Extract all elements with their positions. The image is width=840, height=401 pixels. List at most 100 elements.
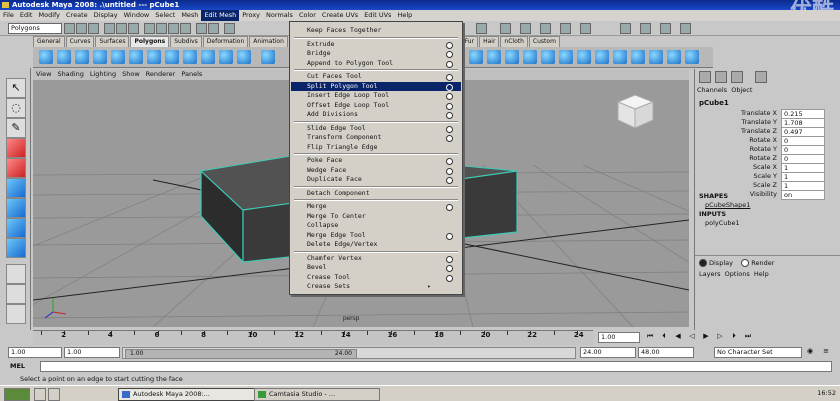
snap-point-icon[interactable] — [168, 23, 179, 34]
menu-item-split-polygon-tool[interactable]: Split Polygon Tool — [291, 81, 461, 91]
four-pane-layout-icon[interactable] — [6, 284, 26, 304]
channel-value[interactable]: on — [781, 190, 825, 200]
help-menu[interactable]: Help — [754, 270, 769, 278]
menu-item-insert-edge-loop-tool[interactable]: Insert Edge Loop Tool — [291, 91, 461, 100]
poly-cylinder-icon[interactable] — [75, 50, 89, 64]
shelf-tab-ncloth[interactable]: nCloth — [500, 36, 528, 47]
quick-launch-ie-icon[interactable] — [34, 388, 46, 401]
append-shelf-icon[interactable] — [505, 50, 519, 64]
option-box-icon[interactable] — [446, 102, 453, 110]
menu-create-uvs[interactable]: Create UVs — [319, 10, 361, 21]
character-set-select[interactable]: No Character Set — [714, 347, 802, 358]
render-settings-icon[interactable] — [224, 23, 235, 34]
panel-menu-view[interactable]: View — [33, 69, 54, 80]
scale-tool-icon[interactable] — [6, 178, 26, 198]
menu-item-crease-sets[interactable]: Crease Sets ▸ — [291, 282, 461, 291]
channel-row[interactable]: Rotate Y0 — [695, 145, 825, 155]
channel-row[interactable]: Rotate X0 — [695, 136, 825, 146]
display-layer-radio[interactable] — [699, 259, 707, 267]
options-menu[interactable]: Options — [725, 270, 750, 278]
shelf-tab-hair[interactable]: Hair — [479, 36, 500, 47]
poly-pyramid-icon[interactable] — [165, 50, 179, 64]
channel-name[interactable]: Rotate Y — [750, 145, 777, 154]
smooth-icon[interactable] — [261, 50, 275, 64]
poly-cone-icon[interactable] — [93, 50, 107, 64]
save-scene-icon[interactable] — [88, 23, 99, 34]
option-box-icon[interactable] — [446, 177, 453, 184]
mel-label[interactable]: MEL — [10, 362, 25, 370]
move-tool-icon[interactable] — [6, 138, 26, 158]
manipulator-tool-icon[interactable] — [6, 198, 26, 218]
channel-row[interactable]: Translate Z 0.497 — [695, 127, 825, 137]
time-slider[interactable]: 2 4 6 8 10 12 14 16 18 20 22 24 — [33, 330, 593, 345]
panel-menu-show[interactable]: Show — [119, 69, 143, 80]
poly-pipe-icon[interactable] — [183, 50, 197, 64]
paint-select-tool-icon[interactable]: ✎ — [6, 118, 26, 138]
shelf-tab-surfaces[interactable]: Surfaces — [95, 36, 130, 47]
sync-icon[interactable] — [660, 23, 671, 34]
menu-item-flip-triangle-edge[interactable]: Flip Triangle Edge — [291, 143, 461, 152]
snap-grid-icon[interactable] — [144, 23, 155, 34]
option-box-icon[interactable] — [446, 255, 453, 263]
poly-helix-icon[interactable] — [201, 50, 215, 64]
last-tool-icon[interactable] — [6, 238, 26, 258]
menu-item-append-to-polygon-tool[interactable]: Append to Polygon Tool — [291, 59, 461, 68]
panel-layout-icon[interactable] — [755, 71, 767, 83]
layer-editor-icon[interactable] — [620, 23, 631, 34]
menu-item-merge-edge-tool[interactable]: Merge Edge Tool — [291, 231, 461, 240]
menu-file[interactable]: File — [0, 10, 17, 21]
option-box-icon[interactable] — [446, 93, 453, 100]
render-layer-radio[interactable] — [741, 259, 750, 267]
cleanup-shelf-icon[interactable] — [685, 50, 699, 64]
option-box-icon[interactable] — [446, 135, 453, 142]
option-box-icon[interactable] — [446, 125, 453, 133]
shelf-tab-deformation[interactable]: Deformation — [202, 36, 249, 47]
object-name[interactable]: pCube1 — [699, 99, 729, 107]
separate-icon[interactable] — [237, 50, 251, 64]
shelf-tab-general[interactable]: General — [33, 36, 65, 47]
channel-row[interactable]: Scale Z1 — [695, 181, 825, 191]
new-scene-icon[interactable] — [64, 23, 75, 34]
split-shelf-icon[interactable] — [523, 50, 537, 64]
select-component-icon[interactable] — [128, 23, 139, 34]
poly-sphere-icon[interactable] — [39, 50, 53, 64]
menu-create[interactable]: Create — [63, 10, 91, 21]
uv-cylindrical-shelf-icon[interactable] — [613, 50, 627, 64]
refresh-icon[interactable] — [680, 23, 691, 34]
panel-menu-shading[interactable]: Shading — [54, 69, 86, 80]
panel-menu-renderer[interactable]: Renderer — [143, 69, 179, 80]
option-box-icon[interactable] — [446, 204, 453, 211]
snap-curve-icon[interactable] — [156, 23, 167, 34]
channel-name[interactable]: Translate X — [741, 109, 777, 118]
option-box-icon[interactable] — [446, 41, 453, 49]
option-box-icon[interactable] — [446, 60, 453, 68]
menu-window[interactable]: Window — [121, 10, 153, 21]
poly-torus-icon[interactable] — [129, 50, 143, 64]
menu-select[interactable]: Select — [152, 10, 178, 21]
step-back-key-icon[interactable]: ◀ — [672, 332, 684, 341]
channel-name[interactable]: Rotate Z — [749, 154, 777, 163]
channel-name[interactable]: Scale Z — [753, 181, 777, 190]
range-handle[interactable]: 1.00 24.00 — [125, 349, 357, 359]
playback-end-field[interactable]: 24.00 — [580, 347, 636, 358]
option-box-icon[interactable] — [446, 112, 453, 119]
menu-mesh[interactable]: Mesh — [178, 10, 201, 21]
menu-item-detach-component[interactable]: Detach Component — [291, 189, 461, 198]
menu-item-delete-edge-vertex[interactable]: Delete Edge/Vertex — [291, 240, 461, 249]
playback-start-field[interactable]: 1.00 — [64, 347, 120, 358]
combine-icon[interactable] — [219, 50, 233, 64]
option-box-icon[interactable] — [446, 74, 453, 81]
menu-item-add-divisions[interactable]: Add Divisions — [291, 110, 461, 119]
menu-set-select[interactable]: Polygons — [8, 23, 62, 34]
menu-item-collapse[interactable]: Collapse — [291, 221, 461, 230]
attribute-editor-toggle-icon[interactable] — [715, 71, 727, 83]
object-menu[interactable]: Object — [731, 86, 752, 94]
step-forward-icon[interactable]: ⏵ — [728, 332, 740, 341]
channel-row[interactable]: Translate Y 1.708 — [695, 118, 825, 128]
go-to-start-icon[interactable]: ⏮ — [644, 332, 656, 341]
single-pane-layout-icon[interactable] — [6, 264, 26, 284]
scene-icon[interactable] — [640, 23, 651, 34]
outliner-icon[interactable] — [500, 23, 511, 34]
channel-box-icon[interactable] — [699, 71, 711, 83]
menu-edit-uvs[interactable]: Edit UVs — [361, 10, 394, 21]
